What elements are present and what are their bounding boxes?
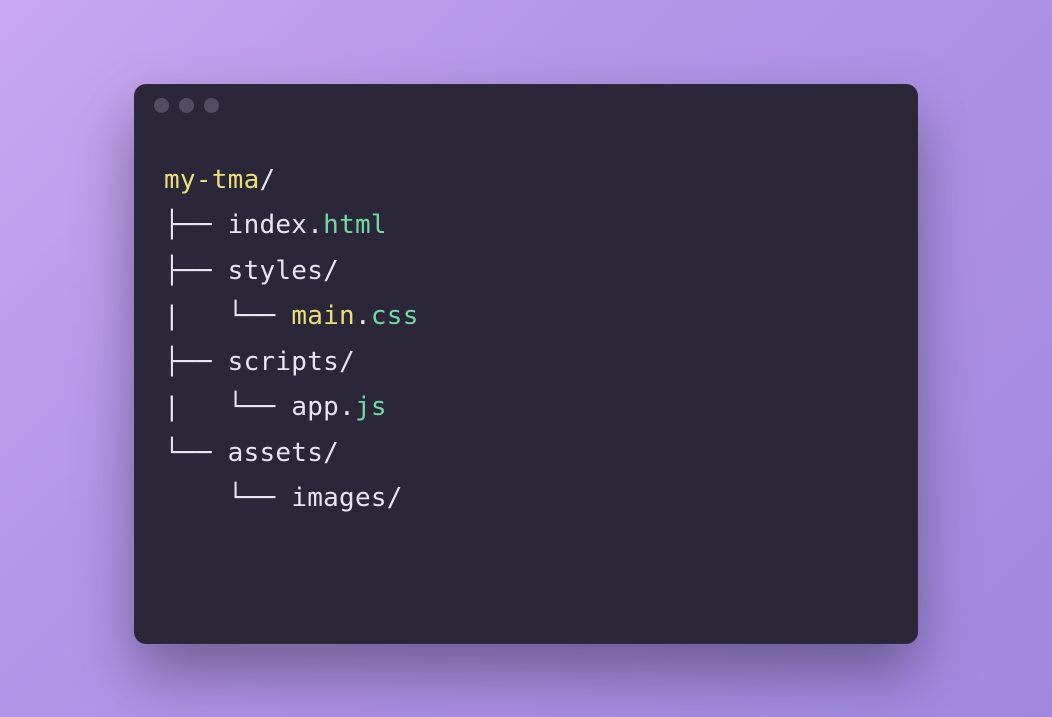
dot: . bbox=[355, 301, 371, 331]
indent-spacer bbox=[164, 483, 228, 513]
branch-l-icon: └── bbox=[228, 483, 292, 513]
dir-name: images bbox=[291, 483, 386, 513]
minimize-icon[interactable] bbox=[179, 98, 194, 113]
pipe-icon: | bbox=[164, 301, 228, 331]
tree-line-styles: ├── styles/ bbox=[164, 256, 339, 286]
branch-t-icon: ├── bbox=[164, 210, 228, 240]
file-name: app bbox=[291, 392, 339, 422]
tree-line-app-js: | └── app.js bbox=[164, 392, 387, 422]
slash: / bbox=[387, 483, 403, 513]
branch-l-icon: └── bbox=[164, 438, 228, 468]
dir-name: scripts bbox=[228, 347, 339, 377]
slash: / bbox=[323, 256, 339, 286]
tree-line-images: └── images/ bbox=[164, 483, 403, 513]
branch-l-icon: └── bbox=[228, 392, 292, 422]
tree-line-scripts: ├── scripts/ bbox=[164, 347, 355, 377]
file-name: index bbox=[228, 210, 308, 240]
tree-root-line: my-tma/ bbox=[164, 165, 275, 195]
tree-line-index: ├── index.html bbox=[164, 210, 387, 240]
file-ext: html bbox=[323, 210, 387, 240]
close-icon[interactable] bbox=[154, 98, 169, 113]
branch-t-icon: ├── bbox=[164, 347, 228, 377]
dir-name: assets bbox=[228, 438, 323, 468]
slash: / bbox=[339, 347, 355, 377]
slash: / bbox=[323, 438, 339, 468]
dot: . bbox=[339, 392, 355, 422]
dir-name: styles bbox=[228, 256, 323, 286]
terminal-content: my-tma/ ├── index.html ├── styles/ | └──… bbox=[134, 128, 918, 542]
tree-line-main-css: | └── main.css bbox=[164, 301, 419, 331]
tree-line-assets: └── assets/ bbox=[164, 438, 339, 468]
file-ext: js bbox=[355, 392, 387, 422]
pipe-icon: | bbox=[164, 392, 228, 422]
branch-t-icon: ├── bbox=[164, 256, 228, 286]
file-name: main bbox=[291, 301, 355, 331]
root-dir-name: my-tma bbox=[164, 165, 259, 195]
dot: . bbox=[307, 210, 323, 240]
branch-l-icon: └── bbox=[228, 301, 292, 331]
maximize-icon[interactable] bbox=[204, 98, 219, 113]
slash: / bbox=[259, 165, 275, 195]
titlebar bbox=[134, 84, 918, 128]
terminal-window: my-tma/ ├── index.html ├── styles/ | └──… bbox=[134, 84, 918, 644]
file-ext: css bbox=[371, 301, 419, 331]
